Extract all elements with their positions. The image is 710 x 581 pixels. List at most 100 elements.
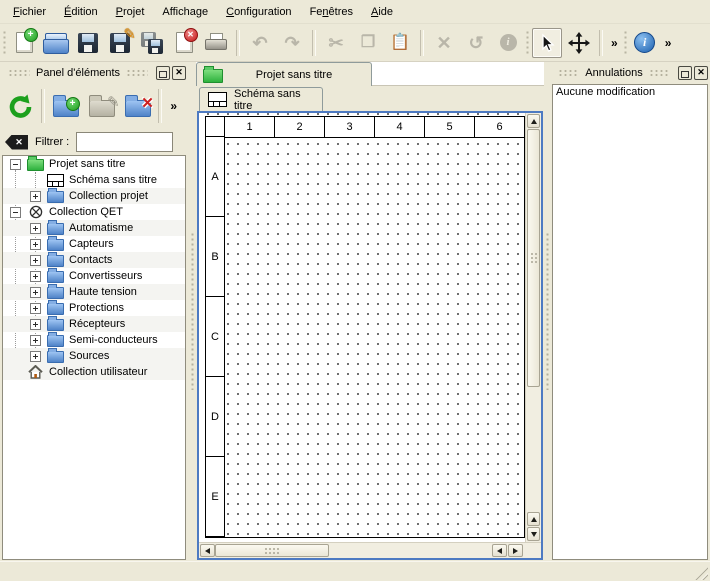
tab-schema-sans-titre[interactable]: Schéma sans titre bbox=[199, 87, 323, 111]
expand-expander-icon[interactable] bbox=[30, 287, 41, 298]
scroll-right-button[interactable] bbox=[508, 544, 523, 557]
print-button[interactable] bbox=[201, 28, 231, 58]
delete-icon: ✕ bbox=[436, 34, 451, 52]
new-document-button[interactable]: + bbox=[9, 28, 39, 58]
scroll-up-button[interactable] bbox=[527, 512, 540, 526]
paste-button[interactable]: 📋 bbox=[385, 28, 415, 58]
about-info-button[interactable]: i bbox=[630, 28, 660, 58]
rotate-button[interactable]: ↺ bbox=[461, 28, 491, 58]
tab-projet-sans-titre[interactable]: Projet sans titre bbox=[196, 62, 372, 86]
schema-canvas[interactable]: 1 2 3 4 5 6 A B C D E bbox=[199, 113, 525, 542]
tree-item-project[interactable]: Projet sans titre bbox=[3, 156, 185, 172]
right-arrow-icon bbox=[513, 548, 518, 554]
save-as-button[interactable]: ✎ bbox=[105, 28, 135, 58]
expand-expander-icon[interactable] bbox=[30, 191, 41, 202]
horizontal-scrollbar-thumb[interactable] bbox=[215, 544, 329, 557]
new-category-button[interactable]: + bbox=[50, 88, 81, 124]
cut-icon: ✂ bbox=[328, 34, 343, 52]
toolbar-handle[interactable] bbox=[525, 30, 530, 56]
tree-item-label: Automatisme bbox=[69, 222, 133, 234]
undo-button[interactable]: ↶ bbox=[245, 28, 275, 58]
collapse-expander-icon[interactable] bbox=[10, 159, 21, 170]
left-splitter-handle[interactable] bbox=[190, 232, 195, 390]
selection-tool-button[interactable] bbox=[532, 28, 562, 58]
menu-configuration[interactable]: Configuration bbox=[217, 3, 300, 21]
clear-filter-button[interactable]: ✕ bbox=[5, 135, 28, 150]
status-bar bbox=[0, 561, 710, 581]
right-splitter-handle[interactable] bbox=[545, 232, 550, 390]
tree-item-label: Sources bbox=[69, 350, 109, 362]
save-icon bbox=[78, 33, 98, 53]
column-header: 6 bbox=[474, 116, 525, 138]
panel-toolbar-overflow-button[interactable]: » bbox=[167, 99, 180, 113]
close-panel-button[interactable]: ✕ bbox=[694, 66, 708, 80]
tree-item-label: Semi-conducteurs bbox=[69, 334, 158, 346]
redo-button[interactable]: ↷ bbox=[277, 28, 307, 58]
folder-icon bbox=[47, 223, 64, 235]
menu-fenetres[interactable]: Fenêtres bbox=[301, 3, 362, 21]
save-all-button[interactable] bbox=[137, 28, 167, 58]
tree-item-schema[interactable]: Schéma sans titre bbox=[3, 172, 185, 188]
save-button[interactable] bbox=[73, 28, 103, 58]
column-header-row: 1 2 3 4 5 6 bbox=[205, 116, 525, 138]
close-panel-button[interactable]: ✕ bbox=[172, 66, 186, 80]
toolbar-overflow-button[interactable]: » bbox=[662, 36, 675, 50]
folder-icon bbox=[47, 319, 64, 331]
expand-expander-icon[interactable] bbox=[30, 271, 41, 282]
tree-item-collection-qet[interactable]: Collection QET bbox=[3, 204, 185, 220]
tree-item-recepteurs[interactable]: Récepteurs bbox=[3, 316, 185, 332]
menu-projet[interactable]: Projet bbox=[107, 3, 154, 21]
element-infos-button[interactable]: i bbox=[493, 28, 523, 58]
print-icon bbox=[205, 33, 227, 52]
float-panel-button[interactable] bbox=[678, 66, 692, 80]
tree-item-sources[interactable]: Sources bbox=[3, 348, 185, 364]
copy-button[interactable]: ❐ bbox=[353, 28, 383, 58]
toolbar-handle[interactable] bbox=[623, 30, 628, 56]
float-panel-button[interactable] bbox=[156, 66, 170, 80]
expand-expander-icon[interactable] bbox=[30, 303, 41, 314]
menu-fichier[interactable]: Fichier bbox=[4, 3, 55, 21]
menu-affichage[interactable]: Affichage bbox=[153, 3, 217, 21]
menu-aide[interactable]: Aide bbox=[362, 3, 402, 21]
float-icon bbox=[159, 71, 167, 78]
tree-item-contacts[interactable]: Contacts bbox=[3, 252, 185, 268]
expand-expander-icon[interactable] bbox=[30, 255, 41, 266]
expand-expander-icon[interactable] bbox=[30, 223, 41, 234]
cut-button[interactable]: ✂ bbox=[321, 28, 351, 58]
vertical-scrollbar-thumb[interactable] bbox=[527, 129, 540, 387]
tree-item-haute-tension[interactable]: Haute tension bbox=[3, 284, 185, 300]
expand-expander-icon[interactable] bbox=[30, 319, 41, 330]
expand-expander-icon[interactable] bbox=[30, 335, 41, 346]
scroll-up-button[interactable] bbox=[527, 114, 540, 128]
expand-expander-icon[interactable] bbox=[30, 239, 41, 250]
edit-category-button[interactable]: ✎ bbox=[86, 88, 117, 124]
tree-item-capteurs[interactable]: Capteurs bbox=[3, 236, 185, 252]
resize-grip[interactable] bbox=[695, 567, 708, 580]
reload-collections-button[interactable] bbox=[5, 88, 36, 124]
delete-category-button[interactable]: ✕ bbox=[122, 88, 153, 124]
move-tool-button[interactable] bbox=[564, 28, 594, 58]
scroll-left-button[interactable] bbox=[492, 544, 507, 557]
scroll-down-button[interactable] bbox=[527, 527, 540, 541]
open-document-button[interactable] bbox=[41, 28, 71, 58]
toolbar-overflow-button[interactable]: » bbox=[608, 36, 621, 50]
folder-icon bbox=[47, 303, 64, 315]
titlebar-texture bbox=[558, 69, 579, 76]
tree-item-protections[interactable]: Protections bbox=[3, 300, 185, 316]
scroll-left-button[interactable] bbox=[200, 544, 215, 557]
tree-item-collection-utilisateur[interactable]: Collection utilisateur bbox=[3, 364, 185, 380]
menu-edition[interactable]: Édition bbox=[55, 3, 107, 21]
tree-item-semi-conducteurs[interactable]: Semi-conducteurs bbox=[3, 332, 185, 348]
tree-item-convertisseurs[interactable]: Convertisseurs bbox=[3, 268, 185, 284]
undo-list-item[interactable]: Aucune modification bbox=[553, 85, 707, 99]
toolbar-handle[interactable] bbox=[2, 30, 7, 56]
filter-input[interactable] bbox=[76, 132, 173, 152]
left-arrow-icon bbox=[497, 548, 502, 554]
tree-item-collection-projet[interactable]: Collection projet bbox=[3, 188, 185, 204]
close-file-button[interactable]: ✕ bbox=[169, 28, 199, 58]
expand-expander-icon[interactable] bbox=[30, 351, 41, 362]
delete-button[interactable]: ✕ bbox=[429, 28, 459, 58]
collapse-expander-icon[interactable] bbox=[10, 207, 21, 218]
tree-item-automatisme[interactable]: Automatisme bbox=[3, 220, 185, 236]
row-header: B bbox=[205, 216, 225, 297]
